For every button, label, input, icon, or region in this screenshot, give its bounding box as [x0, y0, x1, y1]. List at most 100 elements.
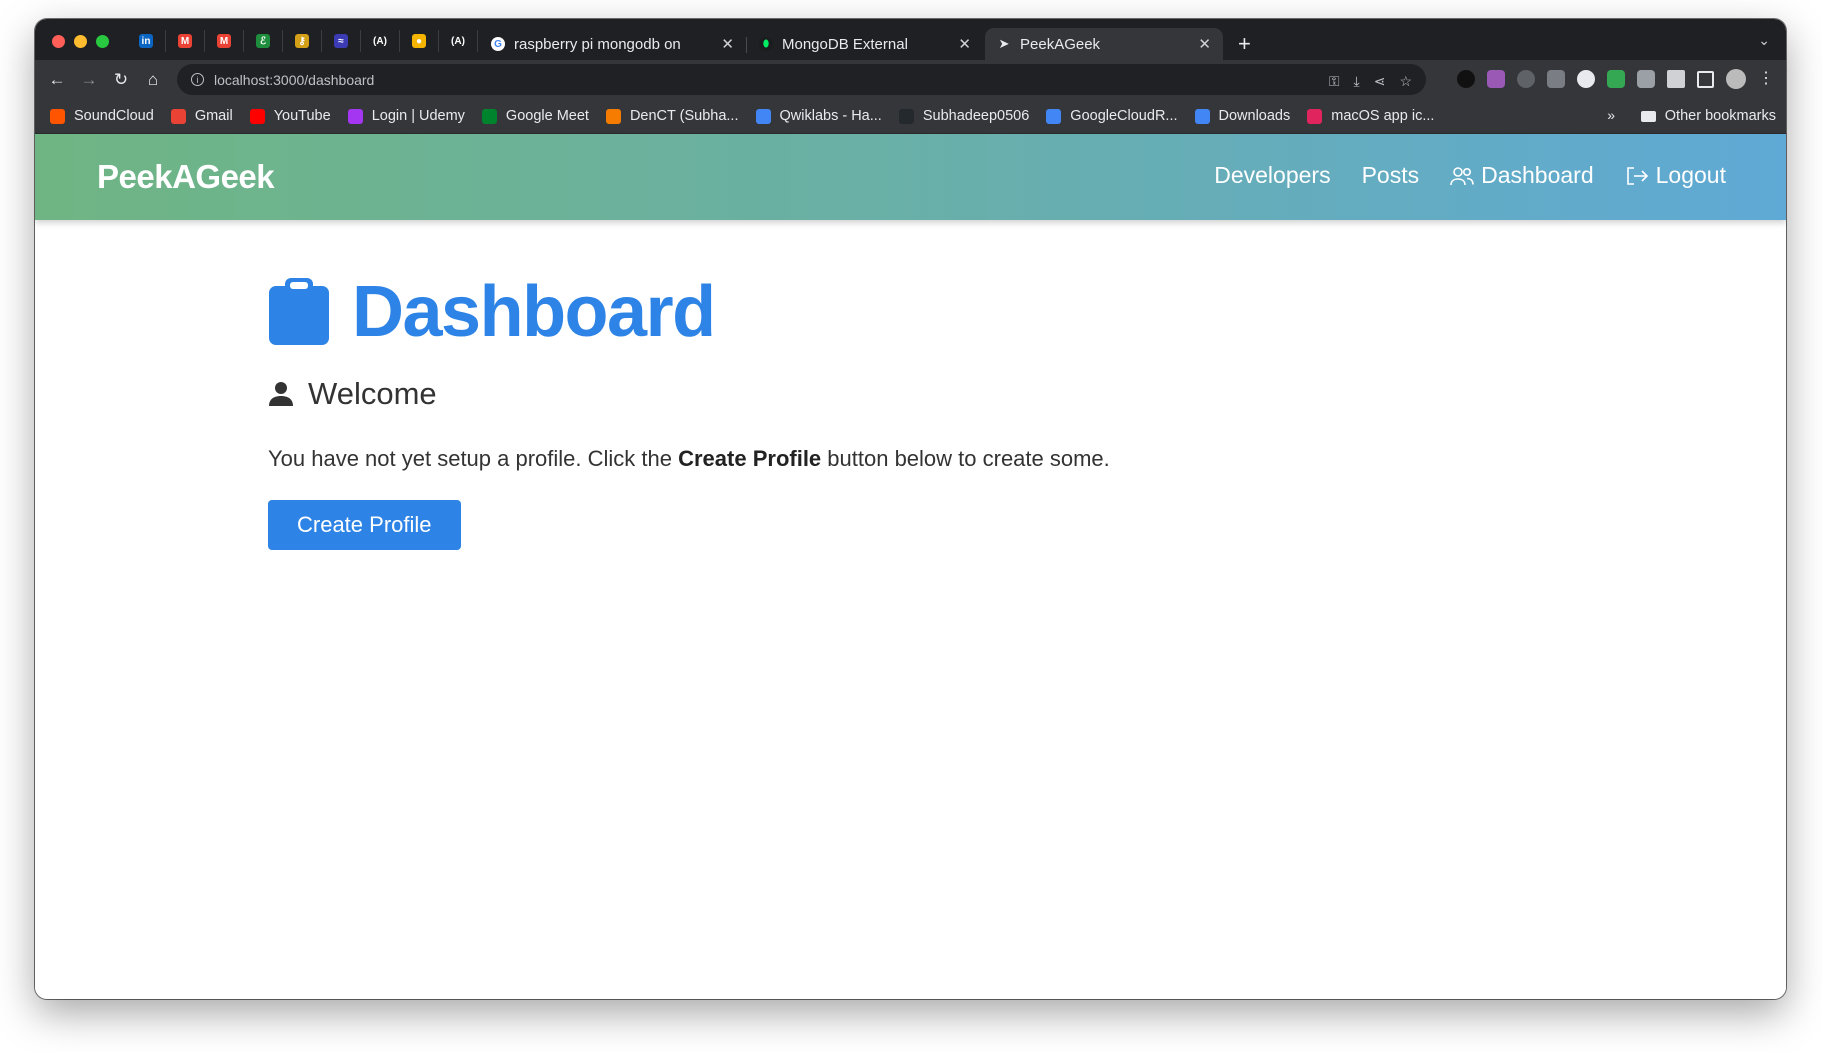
bookmark-label: SoundCloud	[74, 108, 154, 124]
bookmark-item[interactable]: YouTube	[249, 108, 331, 124]
bookmark-item[interactable]: Downloads	[1194, 108, 1291, 124]
star-icon[interactable]: ☆	[1399, 73, 1412, 90]
dashboard-content: Dashboard Welcome You have not yet setup…	[268, 271, 1110, 550]
reload-icon[interactable]: ↻	[105, 70, 137, 90]
bookmark-label: Google Meet	[505, 108, 589, 124]
bookmark-favicon-icon	[1046, 108, 1062, 124]
pinned-tab[interactable]: ●	[400, 30, 439, 52]
home-icon[interactable]: ⌂	[137, 70, 169, 90]
tab-title: PeekAGeek	[1020, 35, 1101, 53]
bookmark-label: Qwiklabs - Ha...	[779, 108, 882, 124]
pinned-tab[interactable]: (A)	[439, 30, 478, 52]
printer-icon[interactable]	[1607, 70, 1625, 88]
nav-posts-label: Posts	[1361, 162, 1420, 188]
bookmark-item[interactable]: GoogleCloudR...	[1046, 108, 1178, 124]
bookmark-item[interactable]: macOS app ic...	[1307, 108, 1434, 124]
nav-logout-link[interactable]: Logout	[1625, 162, 1726, 189]
pinned-tab[interactable]: (A)	[361, 30, 400, 52]
puzzle-icon[interactable]	[1667, 70, 1685, 88]
camera-icon[interactable]	[1637, 70, 1655, 88]
window-controls	[52, 35, 109, 48]
kebab-menu-icon[interactable]: ⋮	[1758, 70, 1774, 88]
welcome-heading: Welcome	[268, 376, 1110, 412]
bookmark-item[interactable]: SoundCloud	[50, 108, 154, 124]
bookmark-favicon-icon	[481, 108, 497, 124]
bookmark-item[interactable]: Subhadeep0506	[898, 108, 1030, 124]
pinned-tab[interactable]: ≈	[322, 30, 361, 52]
nav-logout-label: Logout	[1655, 162, 1726, 188]
bookmark-label: Downloads	[1218, 108, 1291, 124]
sidepanel-icon[interactable]	[1697, 70, 1714, 88]
create-profile-button[interactable]: Create Profile	[268, 500, 461, 550]
feather-icon[interactable]	[1487, 70, 1505, 88]
page-title: Dashboard	[268, 271, 1110, 353]
bookmark-item[interactable]: DenCT (Subha...	[605, 108, 739, 124]
key-icon[interactable]: ⚿	[1329, 73, 1340, 90]
browser-toolbar: ← → ↻ ⌂ i localhost:3000/dashboard ⚿ ⤓ ⋖…	[35, 60, 1786, 99]
user-icon	[269, 382, 293, 406]
tab-peekageek[interactable]: ➤ PeekAGeek ✕	[985, 28, 1223, 60]
robot-icon[interactable]	[1517, 70, 1535, 88]
bookmark-item[interactable]: Google Meet	[481, 108, 589, 124]
gmail-icon: M	[178, 34, 192, 48]
pinned-tabs: in M M ℰ ⚷ ≈ (A) ● (A)	[127, 30, 478, 52]
tab-raspberry-pi[interactable]: G raspberry pi mongodb on ✕	[479, 28, 746, 60]
bookmark-favicon-icon	[898, 108, 914, 124]
info-icon[interactable]: i	[191, 73, 204, 86]
bookmark-item[interactable]: Qwiklabs - Ha...	[755, 108, 882, 124]
nav-posts-link[interactable]: Posts	[1362, 162, 1420, 189]
brand-logo[interactable]: PeekAGeek	[97, 158, 275, 196]
pinned-tab[interactable]: M	[166, 30, 205, 52]
other-bookmarks[interactable]: Other bookmarks	[1640, 99, 1776, 133]
tab-search-chevron-icon[interactable]: ⌄	[1758, 32, 1770, 49]
nav-dashboard-link[interactable]: Dashboard	[1450, 162, 1594, 189]
message-text-bold: Create Profile	[678, 446, 822, 471]
bookmarks-bar: SoundCloud Gmail YouTube Login | Udemy Googl…	[35, 99, 1786, 134]
other-bookmarks-label: Other bookmarks	[1664, 108, 1776, 124]
pinned-tab[interactable]: ⚷	[283, 30, 322, 52]
pinned-tab[interactable]: ℰ	[244, 30, 283, 52]
close-tab-icon[interactable]: ✕	[958, 35, 971, 53]
nav-links: Developers Posts Dashboard Logout	[1214, 162, 1726, 189]
bookmarks-overflow-icon[interactable]: »	[1607, 107, 1615, 123]
clipboard-icon	[269, 278, 329, 345]
page-title-text: Dashboard	[352, 272, 716, 352]
glasses-icon[interactable]	[1547, 70, 1565, 88]
close-tab-icon[interactable]: ✕	[1198, 35, 1211, 53]
back-arrow-icon[interactable]: ←	[41, 70, 73, 90]
bookmark-favicon-icon	[50, 108, 65, 124]
medium-icon[interactable]	[1577, 70, 1595, 88]
bookmark-item[interactable]: Login | Udemy	[347, 108, 465, 124]
nav-developers-link[interactable]: Developers	[1214, 162, 1330, 189]
bookmark-label: DenCT (Subha...	[629, 108, 739, 124]
close-window-button[interactable]	[52, 35, 65, 48]
bookmark-label: Gmail	[194, 108, 233, 124]
address-bar[interactable]: i localhost:3000/dashboard ⚿ ⤓ ⋖ ☆	[177, 64, 1426, 95]
avatar[interactable]	[1726, 69, 1746, 89]
browser-window: in M M ℰ ⚷ ≈ (A) ● (A) G raspberry pi mongodb on…	[35, 19, 1786, 999]
logout-icon	[1626, 166, 1648, 185]
close-tab-icon[interactable]: ✕	[721, 35, 734, 53]
site-navbar: PeekAGeek Developers Posts Dashboard Log…	[35, 134, 1786, 220]
new-tab-button[interactable]: +	[1238, 31, 1251, 57]
bookmark-item[interactable]: Gmail	[170, 108, 233, 124]
zoom-window-button[interactable]	[96, 35, 109, 48]
bookmark-label: Login | Udemy	[371, 108, 465, 124]
linkedin-icon: in	[139, 34, 153, 48]
pinned-tab[interactable]: in	[127, 30, 166, 52]
nav-developers-label: Developers	[1214, 162, 1331, 188]
bookmark-label: GoogleCloudR...	[1070, 108, 1178, 124]
forward-arrow-icon[interactable]: →	[73, 70, 105, 90]
message-text-start: You have not yet setup a profile. Click …	[268, 446, 679, 471]
share-icon[interactable]: ⋖	[1374, 73, 1386, 90]
mongodb-leaf-icon: ⬮	[759, 37, 773, 51]
install-icon[interactable]: ⤓	[1354, 73, 1360, 90]
angular-icon: (A)	[451, 34, 465, 48]
minimize-window-button[interactable]	[74, 35, 87, 48]
pinned-tab[interactable]: M	[205, 30, 244, 52]
tab-mongodb-external[interactable]: ⬮ MongoDB External ✕	[747, 28, 983, 60]
omnibox-actions: ⚿ ⤓ ⋖ ☆	[1329, 73, 1412, 90]
spotify-icon[interactable]	[1457, 70, 1475, 88]
bookmark-label: macOS app ic...	[1331, 108, 1435, 124]
bookmark-label: Subhadeep0506	[922, 108, 1030, 124]
